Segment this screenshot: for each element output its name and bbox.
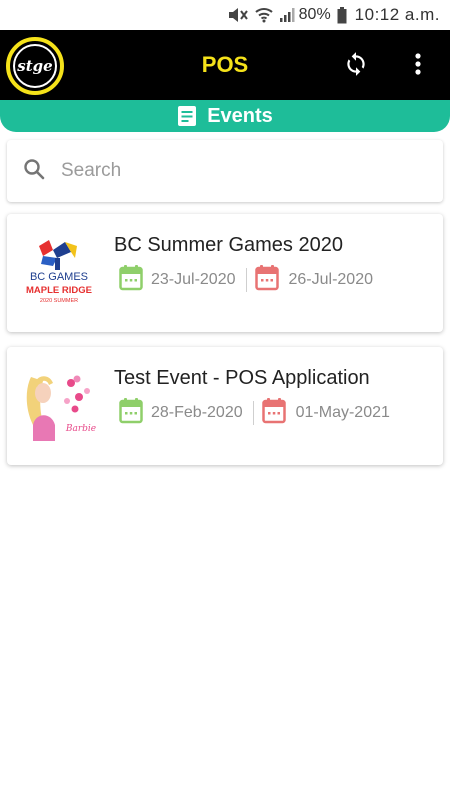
barbie-caption: Barbie: [65, 424, 96, 434]
battery-icon: [337, 6, 347, 24]
event-note-icon: [177, 105, 197, 127]
clock: 10:12 a.m.: [354, 5, 440, 24]
status-bar: 80% 10:12 a.m.: [0, 0, 450, 30]
date-divider: [245, 268, 247, 292]
section-title: Events: [207, 104, 273, 127]
start-date: 23-Jul-2020: [151, 271, 236, 288]
end-date: 26-Jul-2020: [288, 271, 374, 288]
app-title: POS: [201, 52, 249, 77]
start-calendar-icon: [119, 397, 143, 429]
event-logo-barbie: Barbie: [19, 369, 99, 445]
logo-text: stge: [13, 44, 57, 88]
end-calendar-icon: [261, 397, 286, 429]
start-calendar-icon: [119, 264, 143, 296]
end-calendar-icon: [254, 264, 279, 296]
mute-icon: [227, 7, 249, 23]
search-input[interactable]: [61, 160, 401, 182]
logo-line1: BC GAMES: [30, 271, 88, 283]
event-title: Test Event - POS Application: [114, 367, 370, 389]
logo-line3: 2020 SUMMER: [40, 298, 78, 304]
start-date: 28-Feb-2020: [151, 404, 243, 421]
event-dates: 23-Jul-2020 26-Jul-2020: [119, 264, 374, 296]
refresh-button[interactable]: [340, 50, 372, 82]
event-dates: 28-Feb-2020 01-May-2021: [119, 397, 390, 429]
logo-line2: MAPLE RIDGE: [26, 285, 92, 296]
event-logo-bc-games: BC GAMES MAPLE RIDGE 2020 SUMMER: [19, 236, 99, 312]
refresh-icon: [343, 51, 369, 82]
app-logo: stge: [6, 37, 64, 95]
signal-icon: [279, 7, 295, 23]
more-options-button[interactable]: [404, 50, 432, 82]
search-icon: [23, 158, 45, 185]
wifi-icon: [254, 7, 273, 23]
more-vert-icon: [414, 52, 422, 81]
date-divider: [252, 401, 254, 425]
battery-percent: 80%: [298, 6, 331, 23]
event-card[interactable]: Barbie Test Event - POS Application 28-F…: [7, 347, 443, 465]
app-bar: stge POS: [0, 30, 450, 100]
end-date: 01-May-2021: [295, 404, 390, 421]
events-section-header: Events: [0, 100, 450, 132]
event-title: BC Summer Games 2020: [114, 234, 343, 256]
search-bar[interactable]: [7, 140, 443, 202]
event-card[interactable]: BC GAMES MAPLE RIDGE 2020 SUMMER BC Summ…: [7, 214, 443, 332]
